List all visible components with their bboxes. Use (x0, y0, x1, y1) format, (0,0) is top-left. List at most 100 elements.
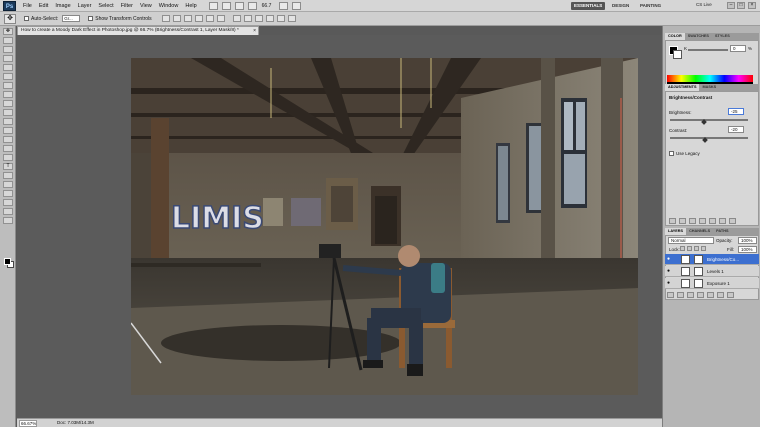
close-window-icon[interactable]: × (748, 2, 756, 9)
layer-mask-thumbnail[interactable] (694, 255, 703, 264)
3d-rotate-tool-icon[interactable] (3, 190, 13, 197)
lock-all-icon[interactable] (701, 246, 706, 251)
layer-style-icon[interactable] (677, 292, 684, 298)
contrast-slider[interactable] (670, 137, 748, 139)
new-layer-icon[interactable] (717, 292, 724, 298)
move-tool-icon[interactable]: ✥ (3, 28, 13, 35)
tab-paths[interactable]: PATHS (713, 228, 731, 235)
lasso-tool-icon[interactable] (3, 46, 13, 53)
document-tab[interactable]: How to create a Moody Dark Effect in Pho… (17, 26, 259, 35)
tab-layers[interactable]: LAYERS (665, 228, 687, 235)
reset-icon[interactable] (719, 218, 726, 224)
lock-image-icon[interactable] (687, 246, 692, 251)
add-mask-icon[interactable] (687, 292, 694, 298)
menu-view[interactable]: View (140, 3, 152, 9)
align-left-icon[interactable] (194, 15, 203, 22)
eye-icon[interactable]: ● (667, 280, 672, 286)
auto-select-checkbox[interactable] (24, 16, 29, 21)
menu-file[interactable]: File (23, 3, 32, 9)
distribute-vcenter-icon[interactable] (243, 15, 252, 22)
status-zoom-field[interactable]: 66.67% (19, 420, 37, 427)
brightness-value-field[interactable]: -25 (728, 108, 744, 115)
link-layers-icon[interactable] (667, 292, 674, 298)
maximize-icon[interactable]: □ (737, 2, 745, 9)
gradient-tool-icon[interactable] (3, 127, 13, 134)
align-right-icon[interactable] (216, 15, 225, 22)
pen-tool-icon[interactable] (3, 154, 13, 161)
layer-mask-thumbnail[interactable] (694, 279, 703, 288)
cs-live-button[interactable]: CS Live (696, 2, 712, 7)
menu-select[interactable]: Select (98, 3, 113, 9)
zoom-tool-icon[interactable] (247, 1, 257, 10)
hand-tool-icon[interactable] (3, 208, 13, 215)
delete-adjustment-icon[interactable] (729, 218, 736, 224)
auto-select-dropdown[interactable]: Gr... (62, 15, 81, 22)
minimize-icon[interactable]: – (727, 2, 735, 9)
fill-field[interactable]: 100% (738, 246, 757, 253)
healing-brush-tool-icon[interactable] (3, 82, 13, 89)
toggle-visibility-icon[interactable] (699, 218, 706, 224)
menu-edit[interactable]: Edit (39, 3, 48, 9)
lock-position-icon[interactable] (694, 246, 699, 251)
bridge-icon[interactable] (208, 1, 218, 10)
use-legacy-checkbox[interactable] (669, 151, 674, 156)
expand-view-icon[interactable] (679, 218, 686, 224)
align-top-icon[interactable] (161, 15, 170, 22)
return-to-list-icon[interactable] (669, 218, 676, 224)
brightness-slider[interactable] (670, 119, 748, 121)
layer-row[interactable]: ● Exposure 1 (665, 278, 759, 289)
new-group-icon[interactable] (707, 292, 714, 298)
delete-layer-icon[interactable] (727, 292, 734, 298)
align-vcenter-icon[interactable] (172, 15, 181, 22)
contrast-value-field[interactable]: -20 (728, 126, 744, 133)
distribute-hcenter-icon[interactable] (276, 15, 285, 22)
align-bottom-icon[interactable] (183, 15, 192, 22)
menu-window[interactable]: Window (159, 3, 179, 9)
tab-channels[interactable]: CHANNELS (686, 228, 713, 235)
menu-image[interactable]: Image (55, 3, 70, 9)
clip-to-layer-icon[interactable] (689, 218, 696, 224)
show-transform-checkbox[interactable] (88, 16, 94, 21)
distribute-bottom-icon[interactable] (254, 15, 263, 22)
clone-stamp-tool-icon[interactable] (3, 100, 13, 107)
layer-row[interactable]: ● Levels 1 (665, 266, 759, 277)
shape-tool-icon[interactable] (3, 181, 13, 188)
screen-mode-icon[interactable] (292, 1, 302, 10)
tab-adjustments[interactable]: ADJUSTMENTS (665, 84, 700, 91)
brush-tool-icon[interactable] (3, 91, 13, 98)
color-spectrum-bar[interactable] (667, 75, 753, 82)
type-tool-icon[interactable]: T (3, 163, 13, 170)
zoom-tool-icon[interactable] (3, 217, 13, 224)
crop-tool-icon[interactable] (3, 64, 13, 71)
canvas-image[interactable]: LIMIS (131, 58, 638, 395)
path-select-tool-icon[interactable] (3, 172, 13, 179)
lock-transparent-icon[interactable] (680, 246, 685, 251)
eyedropper-tool-icon[interactable] (3, 73, 13, 80)
marquee-tool-icon[interactable] (3, 37, 13, 44)
tab-color[interactable]: COLOR (665, 33, 685, 40)
layer-row[interactable]: ● Brightness/Co... (665, 254, 759, 265)
tab-masks[interactable]: MASKS (699, 84, 719, 91)
close-document-icon[interactable]: × (253, 27, 256, 35)
layer-mask-thumbnail[interactable] (694, 267, 703, 276)
zoom-level[interactable]: 66.7 (262, 3, 272, 9)
history-brush-tool-icon[interactable] (3, 109, 13, 116)
dodge-tool-icon[interactable] (3, 145, 13, 152)
menu-help[interactable]: Help (185, 3, 196, 9)
mini-bridge-icon[interactable] (221, 1, 231, 10)
eye-icon[interactable]: ● (667, 256, 672, 262)
blend-mode-dropdown[interactable]: Normal (668, 237, 714, 244)
menu-filter[interactable]: Filter (121, 3, 133, 9)
tab-swatches[interactable]: SWATCHES (685, 33, 712, 40)
3d-orbit-tool-icon[interactable] (3, 199, 13, 206)
k-value-field[interactable]: 0 (730, 45, 746, 52)
menu-layer[interactable]: Layer (78, 3, 92, 9)
distribute-left-icon[interactable] (265, 15, 274, 22)
distribute-top-icon[interactable] (232, 15, 241, 22)
workspace-painting-button[interactable]: PAINTING (637, 2, 664, 10)
k-slider[interactable] (688, 49, 728, 51)
workspace-design-button[interactable]: DESIGN (609, 2, 632, 10)
tab-styles[interactable]: STYLES (712, 33, 733, 40)
blur-tool-icon[interactable] (3, 136, 13, 143)
quick-select-tool-icon[interactable] (3, 55, 13, 62)
